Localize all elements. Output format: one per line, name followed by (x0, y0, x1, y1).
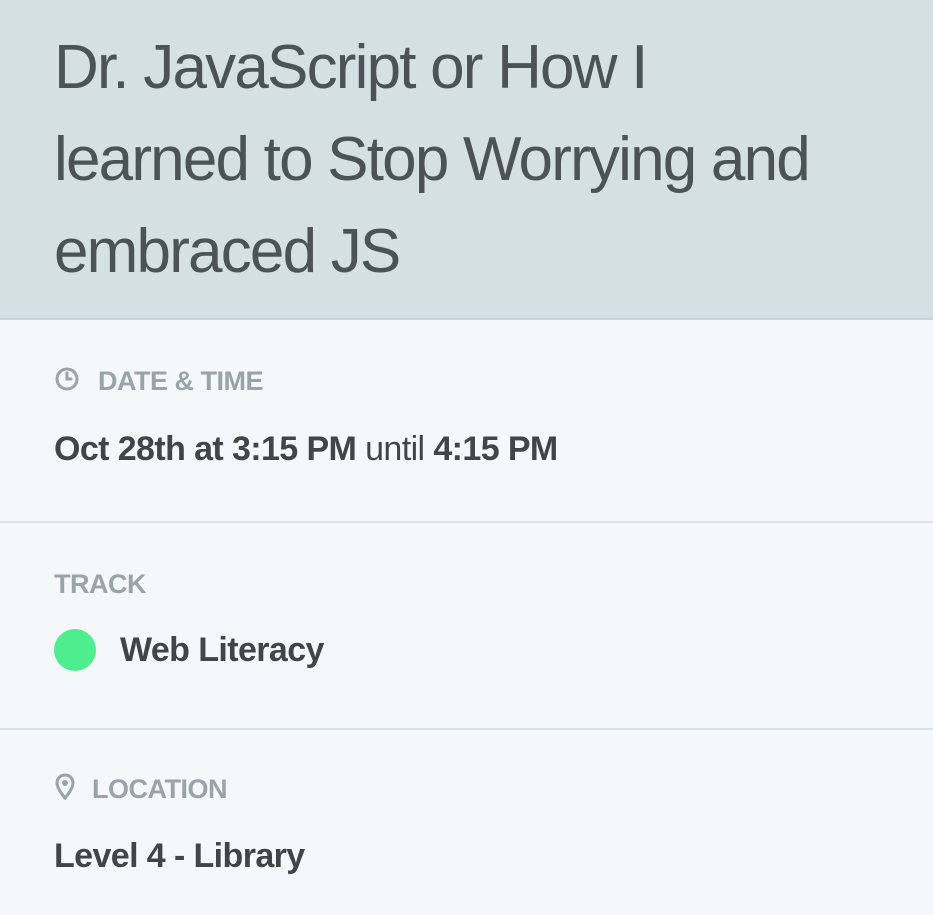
session-title-line-3: embraced JS (54, 217, 401, 286)
track-label-row: TRACK (54, 567, 147, 601)
track-section: TRACK Web Literacy (0, 523, 933, 730)
datetime-end: 4:15 PM (433, 430, 558, 468)
location-section: LOCATION Level 4 - Library (0, 730, 933, 913)
clock-icon (54, 366, 80, 397)
location-label-row: LOCATION (54, 772, 227, 806)
location-value: Level 4 - Library (54, 837, 305, 876)
location-name: Level 4 - Library (54, 837, 305, 875)
track-color-dot (54, 629, 96, 671)
datetime-label-row: DATE & TIME (54, 364, 264, 398)
datetime-start: Oct 28th at 3:15 PM (54, 430, 357, 468)
datetime-section: DATE & TIME Oct 28th at 3:15 PM until 4:… (0, 320, 933, 523)
datetime-connector: until (365, 430, 425, 468)
track-label: TRACK (54, 568, 147, 599)
datetime-label: DATE & TIME (98, 365, 264, 396)
track-value-row: Web Literacy (54, 629, 324, 671)
track-name: Web Literacy (120, 630, 324, 669)
session-title: Dr. JavaScript or How I learned to Stop … (54, 22, 893, 298)
map-pin-icon (54, 772, 76, 806)
session-title-line-2: learned to Stop Worrying and (54, 125, 811, 194)
session-header: Dr. JavaScript or How I learned to Stop … (0, 0, 933, 320)
datetime-value: Oct 28th at 3:15 PM until 4:15 PM (54, 430, 558, 469)
location-label: LOCATION (92, 773, 227, 804)
session-title-line-1: Dr. JavaScript or How I (54, 33, 648, 102)
